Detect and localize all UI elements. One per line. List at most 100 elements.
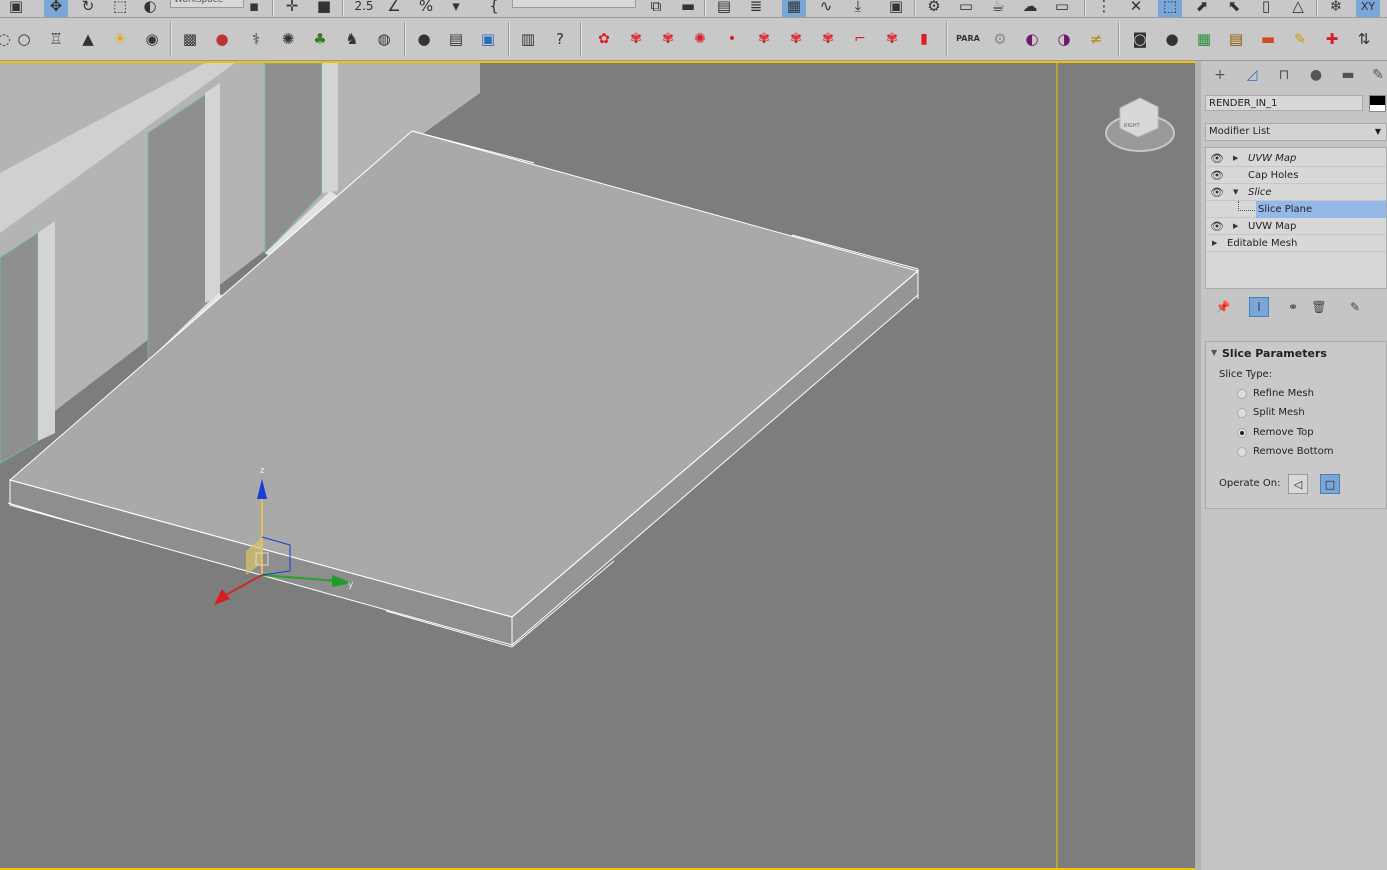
percent-snap-icon[interactable]: % [414, 0, 438, 17]
shape-icon-5[interactable]: • [720, 27, 744, 51]
rotate-icon[interactable]: ↻ [76, 0, 100, 17]
shape-icon-6[interactable]: ✾ [752, 27, 776, 51]
grass-icon[interactable]: ♣ [308, 27, 332, 51]
target-icon[interactable]: ◉ [140, 27, 164, 51]
configure-sets-icon[interactable]: ✎ [1345, 297, 1365, 317]
gizmo-x-arrow[interactable] [214, 589, 230, 605]
make-unique-icon[interactable]: ⚭ [1283, 297, 1303, 317]
gear-object-icon[interactable]: ✺ [276, 27, 300, 51]
excel-icon[interactable]: ▦ [1192, 27, 1216, 51]
particles-icon[interactable]: ● [210, 27, 234, 51]
stack-item[interactable]: 👁 ▼ Slice [1206, 184, 1386, 201]
sun-icon[interactable]: ☀ [108, 27, 132, 51]
select-move-icon[interactable]: ✥ [44, 0, 68, 17]
fur-icon[interactable]: ◍ [372, 27, 396, 51]
shape-icon-2[interactable]: ✾ [624, 27, 648, 51]
stack-subitem[interactable]: Slice Plane [1206, 201, 1386, 218]
ribbon-icon[interactable]: ▦ [782, 0, 806, 17]
workspace-dropdown[interactable]: Workspace [170, 0, 244, 8]
eye-icon[interactable]: 👁 [1210, 184, 1224, 201]
render-orb-icon[interactable]: ◐ [1020, 27, 1044, 51]
sphere-icon[interactable]: ● [412, 27, 436, 51]
align-view-icon[interactable]: ⬉ [1222, 0, 1246, 17]
expand-arrow-icon[interactable]: ▶ [1233, 150, 1238, 167]
sphere-light-icon[interactable]: ○ [12, 27, 36, 51]
bomb-icon[interactable]: ● [1160, 27, 1184, 51]
camera-box-icon[interactable]: ▣ [476, 27, 500, 51]
schematic-view-icon[interactable]: ⤓ [846, 0, 870, 17]
motion-tab-icon[interactable]: ● [1303, 63, 1329, 87]
eye-icon[interactable]: 👁 [1210, 218, 1224, 235]
select-manipulate-icon[interactable]: ✛ [280, 0, 304, 17]
hierarchy-tab-icon[interactable]: ⊓ [1271, 63, 1297, 87]
operate-on-polygon-icon[interactable]: □ [1320, 474, 1340, 494]
named-selection-input[interactable] [512, 0, 636, 8]
eye-icon[interactable]: 👁 [1210, 167, 1224, 184]
keyboard-shortcut-icon[interactable]: ■ [312, 0, 336, 17]
shape-icon-9[interactable]: ⌐ [848, 27, 872, 51]
help-icon[interactable]: ? [548, 27, 572, 51]
scale-icon[interactable]: ⬚ [108, 0, 132, 17]
collapse-arrow-icon[interactable]: ▼ [1233, 184, 1238, 201]
clapper-icon[interactable]: ▤ [1224, 27, 1248, 51]
tools-icon[interactable]: ✕ [1124, 0, 1148, 17]
grid-object-icon[interactable]: ▩ [178, 27, 202, 51]
render-orb-2-icon[interactable]: ◑ [1052, 27, 1076, 51]
pin-stack-icon[interactable]: 📌 [1213, 297, 1233, 317]
shape-icon-10[interactable]: ✾ [880, 27, 904, 51]
shape-icon-7[interactable]: ✾ [784, 27, 808, 51]
render-production-icon[interactable]: ☕ [986, 0, 1010, 17]
snap-toggle-icon[interactable]: 2.5 [350, 0, 378, 17]
scene-explorer-icon[interactable]: ▤ [712, 0, 736, 17]
shape-icon-8[interactable]: ✾ [816, 27, 840, 51]
expand-arrow-icon[interactable]: ▶ [1212, 235, 1217, 252]
stack-item[interactable]: 👁 ▶ UVW Map [1206, 218, 1386, 235]
cone-icon[interactable]: ▲ [76, 27, 100, 51]
radio-remove-bottom[interactable] [1237, 447, 1247, 457]
rollout-title[interactable]: Slice Parameters [1222, 347, 1327, 360]
paint-brush-icon[interactable]: ✎ [1288, 27, 1312, 51]
create-tab-icon[interactable]: + [1207, 63, 1233, 87]
layer-explorer-icon[interactable]: ≣ [744, 0, 768, 17]
shape-icon-11[interactable]: ▮ [912, 27, 936, 51]
show-end-result-icon[interactable]: I [1249, 297, 1269, 317]
mirror-icon[interactable]: ⧉ [644, 0, 668, 17]
shape-icon-1[interactable]: ✿ [592, 27, 616, 51]
para-button[interactable]: PARA [956, 27, 980, 51]
spinner-snap-icon[interactable]: ▾ [444, 0, 468, 17]
tree-icon[interactable]: ⚕ [244, 27, 268, 51]
eye-icon[interactable]: 👁 [1210, 150, 1224, 167]
render-iterative-icon[interactable]: ☁ [1018, 0, 1042, 17]
arrows-icon[interactable]: ⇅ [1352, 27, 1376, 51]
modify-tab-icon[interactable]: ◿ [1239, 63, 1265, 87]
curve-editor-icon[interactable]: ∿ [814, 0, 838, 17]
proxy-icon[interactable]: ▤ [444, 27, 468, 51]
radio-split-mesh[interactable] [1237, 408, 1247, 418]
object-name-field[interactable]: RENDER_IN_1 [1205, 95, 1363, 111]
grid-icon[interactable]: ⋮ [1092, 0, 1116, 17]
gizmo-x-axis[interactable] [221, 574, 263, 598]
stack-item[interactable]: ▶ Editable Mesh [1206, 235, 1386, 252]
select-icon[interactable]: ▣ [4, 0, 28, 17]
angle-snap-icon[interactable]: ∠ [382, 0, 406, 17]
edit-icon[interactable]: ⬈ [1190, 0, 1214, 17]
remove-modifier-icon[interactable]: 🗑 [1309, 297, 1329, 317]
freeze-icon[interactable]: ❄ [1324, 0, 1348, 17]
cup-icon[interactable]: ♖ [44, 27, 68, 51]
align-icon[interactable]: ▬ [676, 0, 700, 17]
snap-mode-icon[interactable]: ⬚ [1158, 0, 1182, 17]
reference-coord-icon[interactable]: ◐ [138, 0, 162, 17]
render-setup-icon[interactable]: ⚙ [922, 0, 946, 17]
stack-item[interactable]: 👁 ▶ UVW Map [1206, 150, 1386, 167]
gradient-icon[interactable]: ▬ [1256, 27, 1280, 51]
xy-constraint-icon[interactable]: XY [1356, 0, 1380, 17]
render-online-icon[interactable]: ▭ [1050, 0, 1074, 17]
normal-align-icon[interactable]: ▯ [1254, 0, 1278, 17]
utilities-tab-icon[interactable]: ✎ [1365, 63, 1387, 87]
radio-refine-mesh[interactable] [1237, 389, 1247, 399]
rendered-frame-icon[interactable]: ▭ [954, 0, 978, 17]
named-selection-icon[interactable]: { [482, 0, 506, 17]
expand-arrow-icon[interactable]: ▶ [1233, 218, 1238, 235]
operate-on-face-icon[interactable]: ◁ [1288, 474, 1308, 494]
shape-icon-3[interactable]: ✾ [656, 27, 680, 51]
